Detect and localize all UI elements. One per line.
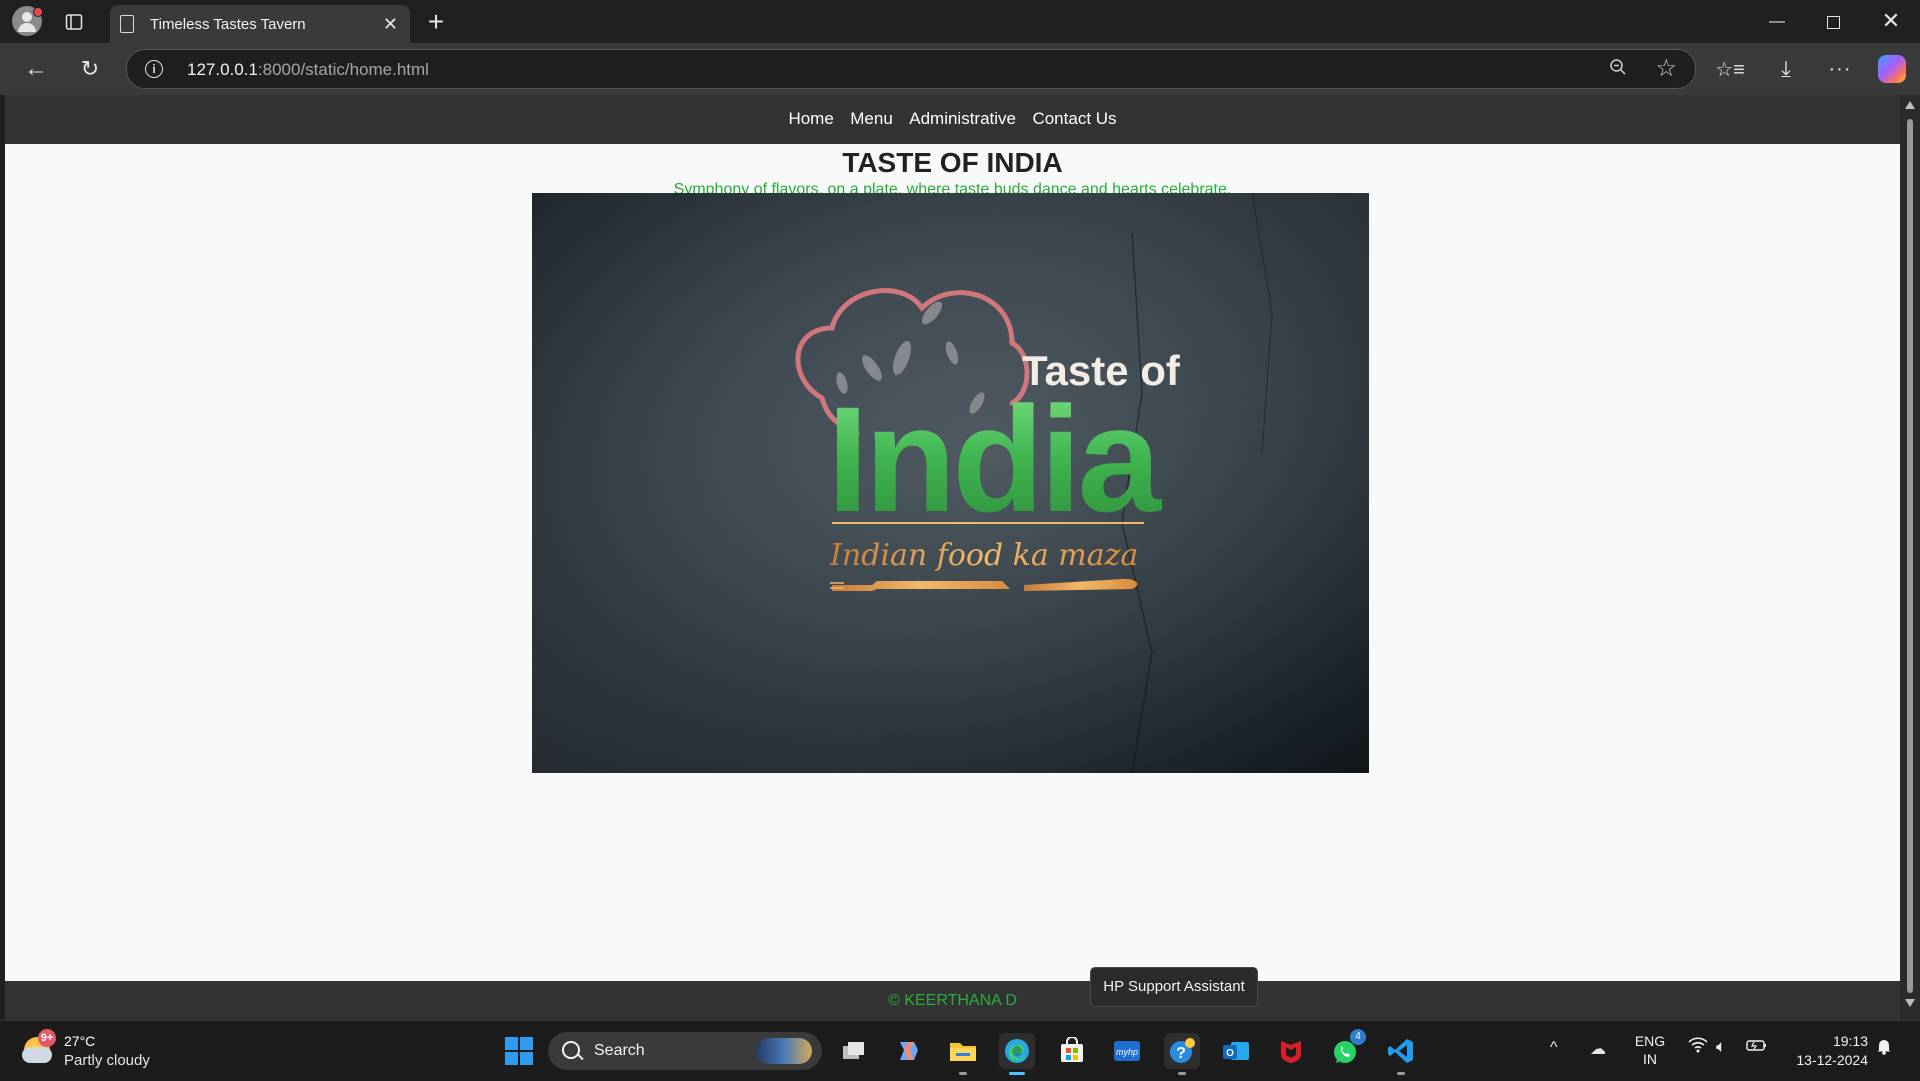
site-navbar: Home Menu Administrative Contact Us <box>5 95 1900 144</box>
whatsapp-icon[interactable]: 4 <box>1328 1029 1366 1069</box>
address-bar[interactable]: i 127.0.0.1:8000/static/home.html ☆ <box>126 49 1696 89</box>
hp-support-icon[interactable]: ? <box>1164 1033 1200 1075</box>
scrollbar-thumb[interactable] <box>1907 119 1913 993</box>
scroll-up-icon[interactable] <box>1905 101 1915 109</box>
svg-text:O: O <box>1226 1048 1234 1059</box>
footer-text: © KEERTHANA D <box>888 992 1017 1009</box>
outlook-icon[interactable]: O <box>1218 1033 1254 1069</box>
logo-line3: Indian food ka maza <box>829 538 1138 573</box>
svg-text:myhp: myhp <box>1116 1047 1138 1057</box>
onedrive-icon[interactable]: ☁ <box>1590 1039 1606 1059</box>
reload-icon[interactable]: ↻ <box>74 53 106 85</box>
zoom-icon[interactable] <box>1609 58 1627 81</box>
windows-start-icon[interactable] <box>501 1033 537 1069</box>
lang-code: ENG <box>1634 1033 1666 1049</box>
system-clock[interactable]: 19:13 13-12-2024 <box>1782 1032 1868 1070</box>
scrollbar[interactable] <box>1900 95 1920 1020</box>
bell-icon[interactable] <box>1876 1037 1892 1060</box>
mcafee-icon[interactable] <box>1273 1033 1309 1069</box>
profile-head <box>22 12 32 22</box>
taskbar-search[interactable]: Search <box>548 1032 822 1070</box>
battery-icon[interactable] <box>1746 1037 1768 1058</box>
plus-icon[interactable]: + <box>420 6 452 38</box>
weather-badge: 9+ <box>38 1029 56 1047</box>
weather-cloud-icon <box>22 1047 52 1063</box>
page-title: TASTE OF INDIA <box>842 147 1063 178</box>
language-indicator[interactable]: ENG IN <box>1628 1032 1672 1068</box>
store-icon[interactable] <box>1054 1033 1090 1069</box>
clock-date: 13-12-2024 <box>1796 1052 1868 1068</box>
profile-notification-dot <box>33 7 43 17</box>
wifi-icon[interactable] <box>1688 1037 1708 1058</box>
search-icon <box>562 1041 580 1059</box>
clock-time: 19:13 <box>1832 1033 1868 1049</box>
task-view-icon[interactable] <box>836 1033 872 1069</box>
nav-links: Home Menu Administrative Contact Us <box>5 95 1900 129</box>
file-explorer-icon[interactable] <box>945 1033 981 1075</box>
volume-icon[interactable]: 🔈︎ <box>1716 1037 1726 1057</box>
profile-icon[interactable] <box>12 6 43 36</box>
logo-line2: India <box>827 375 1163 543</box>
search-highlight-image <box>756 1038 812 1064</box>
copilot-app-icon[interactable] <box>890 1033 926 1069</box>
maximize-icon[interactable] <box>1818 8 1848 36</box>
tab-active[interactable]: Timeless Tastes Tavern ✕ <box>110 5 410 43</box>
weather-temp: 27°C <box>64 1033 96 1049</box>
minimize-icon[interactable]: — <box>1762 8 1792 36</box>
window-close-icon[interactable]: ✕ <box>1876 6 1906 36</box>
back-icon[interactable]: ← <box>20 53 52 85</box>
tab-title: Timeless Tastes Tavern <box>150 16 306 33</box>
search-label: Search <box>594 1042 645 1059</box>
tray-expand-icon[interactable]: ^ <box>1550 1039 1558 1057</box>
weather-widget[interactable]: 9+ 27°C Partly cloudy <box>22 1029 182 1071</box>
browser-title-bar: Timeless Tastes Tavern ✕ + — ✕ <box>0 0 1920 43</box>
scroll-down-icon[interactable] <box>1905 999 1915 1007</box>
svg-text:?: ? <box>1176 1045 1186 1062</box>
whatsapp-badge: 4 <box>1350 1029 1366 1045</box>
nav-link-administrative[interactable]: Administrative <box>909 109 1016 128</box>
page-icon <box>120 15 134 33</box>
star-icon[interactable]: ☆ <box>1655 54 1677 83</box>
tooltip: HP Support Assistant <box>1090 967 1258 1007</box>
myhp-icon[interactable]: myhp <box>1109 1033 1145 1069</box>
download-icon[interactable]: ⤓ <box>1770 53 1802 85</box>
nav-link-contact-us[interactable]: Contact Us <box>1032 109 1116 128</box>
close-icon[interactable]: ✕ <box>383 14 398 35</box>
url-text[interactable]: 127.0.0.1:8000/static/home.html <box>187 60 429 80</box>
nav-link-home[interactable]: Home <box>788 109 833 128</box>
taskbar: 9+ 27°C Partly cloudy Search myhp ? O 4 … <box>0 1020 1920 1081</box>
weather-condition: Partly cloudy <box>64 1052 150 1069</box>
copilot-icon[interactable] <box>1878 55 1906 83</box>
site-footer: © KEERTHANA D <box>5 981 1900 1020</box>
page-viewport: Home Menu Administrative Contact Us TAST… <box>5 95 1900 1020</box>
logo-graphic: Taste of India Indian food ka maza <box>532 193 1369 773</box>
edge-icon[interactable] <box>999 1033 1035 1075</box>
favorites-icon[interactable]: ☆≡ <box>1714 53 1746 85</box>
browser-toolbar: ← ↻ i 127.0.0.1:8000/static/home.html ☆ … <box>0 43 1920 95</box>
nav-link-menu[interactable]: Menu <box>850 109 893 128</box>
tabs-icon[interactable] <box>62 10 86 34</box>
info-icon[interactable]: i <box>145 60 163 78</box>
profile-shoulders <box>18 23 36 32</box>
more-icon[interactable]: ··· <box>1824 53 1856 85</box>
lang-region: IN <box>1643 1051 1657 1067</box>
hero-logo-image: Taste of India Indian food ka maza <box>532 193 1369 773</box>
vscode-icon[interactable] <box>1383 1033 1419 1075</box>
